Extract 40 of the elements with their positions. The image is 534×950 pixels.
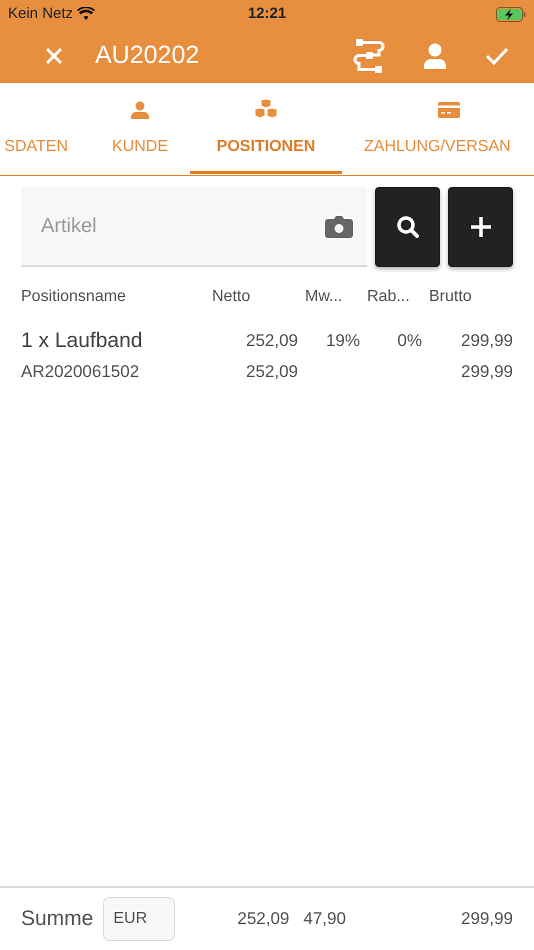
tab[interactable]: SDATEN	[0, 83, 90, 174]
camera-icon[interactable]	[325, 216, 353, 238]
column-header: Rab...	[366, 288, 410, 305]
column-header: Netto	[211, 288, 250, 305]
sum-netto: 252,09	[236, 908, 290, 930]
card-icon	[438, 101, 460, 119]
search-button[interactable]	[375, 187, 440, 267]
table-cell: 252,09	[246, 331, 298, 350]
confirm-button[interactable]	[485, 46, 509, 64]
close-button[interactable]	[45, 46, 63, 64]
sum-brutto: 299,99	[460, 908, 513, 930]
item-number: AR2020061502	[21, 362, 140, 380]
wifi-icon	[77, 7, 96, 21]
table-cell: 19%	[326, 331, 360, 350]
search-icon	[396, 215, 420, 239]
tab[interactable]: KUNDE	[90, 83, 190, 174]
carrier-text: Kein Netz	[8, 4, 74, 24]
sum-tax: 47,90	[303, 908, 346, 930]
currency-field[interactable]: EUR	[103, 897, 176, 941]
tab[interactable]: ZAHLUNG/VERSAN	[342, 83, 534, 174]
add-button[interactable]	[448, 187, 513, 267]
clock-time: 12:21	[248, 4, 286, 22]
column-header: Positionsname	[21, 288, 126, 305]
person-button[interactable]	[423, 42, 447, 68]
plus-icon	[470, 216, 492, 238]
table-cell: 299,99	[461, 362, 513, 381]
order-title: AU20202	[95, 40, 200, 71]
column-header: Brutto	[428, 288, 472, 305]
tab[interactable]: POSITIONEN	[190, 83, 342, 174]
battery-charging-icon	[496, 6, 526, 22]
column-header: Mw...	[304, 288, 342, 305]
table-cell: 0%	[397, 331, 422, 350]
cubes-icon	[255, 99, 277, 119]
article-search-field[interactable]: Artikel	[21, 187, 367, 267]
workflow-button[interactable]	[353, 38, 385, 74]
item-name: 1 x Laufband	[21, 329, 142, 352]
table-cell: 299,99	[461, 331, 513, 350]
person-icon	[131, 101, 149, 119]
sum-label: Summe	[21, 906, 94, 932]
table-cell: 252,09	[246, 362, 298, 381]
